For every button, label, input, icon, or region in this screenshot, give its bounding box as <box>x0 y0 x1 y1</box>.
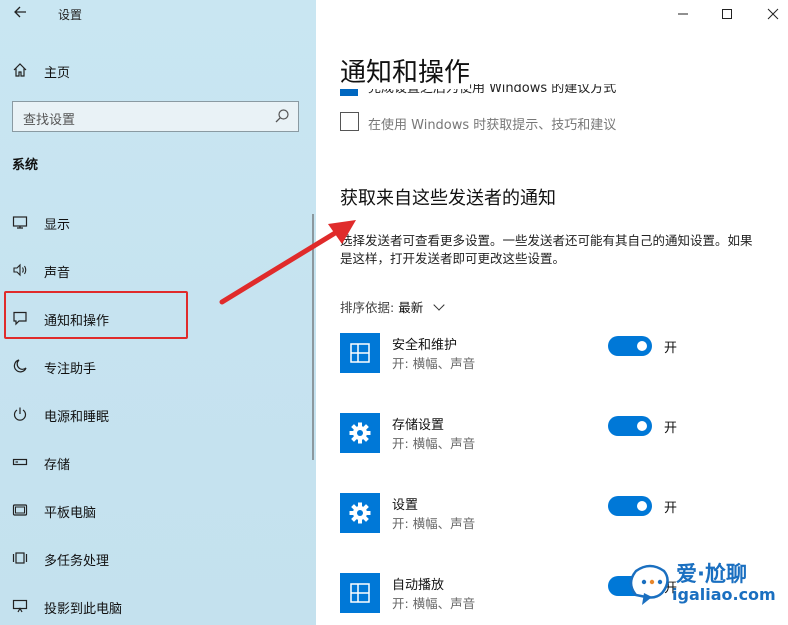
sidebar-item-tablet[interactable]: 平板电脑 <box>0 495 316 525</box>
sender-toggle[interactable] <box>608 496 652 516</box>
sort-dropdown[interactable]: 排序依据: 最新 <box>340 297 445 316</box>
sidebar-item-storage[interactable]: 存储 <box>0 447 316 477</box>
sidebar-item-label: 存储 <box>44 458 71 473</box>
toggle-knob <box>637 501 647 511</box>
sender-toggle[interactable] <box>608 416 652 436</box>
speaker-icon <box>12 262 28 278</box>
title-bar: 设置 <box>0 0 316 30</box>
minimize-icon <box>678 13 688 15</box>
grid-icon <box>340 333 380 373</box>
senders-description: 选择发送者可查看更多设置。一些发送者还可能有其自己的通知设置。如果是这样，打开发… <box>340 233 753 266</box>
toggle-knob <box>637 421 647 431</box>
tablet-icon <box>12 502 28 518</box>
sender-status: 开: 横幅、声音 <box>392 356 476 371</box>
sidebar-item-label: 显示 <box>44 218 71 233</box>
home-icon <box>12 62 28 78</box>
sidebar-item-label: 平板电脑 <box>44 506 97 521</box>
toggle-label: 开 <box>664 501 678 516</box>
sender-name: 自动播放 <box>392 578 445 593</box>
sidebar-item-power[interactable]: 电源和睡眠 <box>0 399 316 429</box>
sidebar: 设置 主页 查找设置 系统 显示 声音 通知和操作 专注助手 电源和睡眠 存储 … <box>0 0 316 625</box>
storage-icon <box>12 454 28 470</box>
tips-checkbox-label: 在使用 Windows 时获取提示、技巧和建议 <box>368 118 617 133</box>
multitask-icon <box>12 550 28 566</box>
display-icon <box>12 214 28 230</box>
sender-row-settings[interactable]: 设置 开: 横幅、声音 开 <box>340 493 760 535</box>
sender-row-storage-settings[interactable]: 存储设置 开: 横幅、声音 开 <box>340 413 760 455</box>
sort-value: 最新 <box>398 300 424 315</box>
sidebar-scrollbar[interactable] <box>312 214 314 460</box>
toggle-label: 开 <box>664 341 678 356</box>
sidebar-item-project[interactable]: 投影到此电脑 <box>0 591 316 621</box>
sidebar-item-sound[interactable]: 声音 <box>0 255 316 285</box>
sender-name: 设置 <box>392 498 419 513</box>
sidebar-item-label: 专注助手 <box>44 362 97 377</box>
watermark-logo: 爱·尬聊 igaliao.com <box>622 555 782 613</box>
sender-name: 安全和维护 <box>392 338 458 353</box>
watermark-title: 爱·尬聊 <box>676 562 747 586</box>
search-box[interactable]: 查找设置 <box>12 101 299 132</box>
sender-status: 开: 横幅、声音 <box>392 596 476 611</box>
senders-heading: 获取来自这些发送者的通知 <box>340 188 556 209</box>
chat-bubble-logo-icon <box>629 564 669 605</box>
toggle-label: 开 <box>664 421 678 436</box>
section-title-system: 系统 <box>12 158 39 173</box>
sidebar-item-display[interactable]: 显示 <box>0 207 316 237</box>
sender-status: 开: 横幅、声音 <box>392 436 476 451</box>
back-button[interactable] <box>10 5 30 25</box>
sender-name: 存储设置 <box>392 418 445 433</box>
nav-home[interactable]: 主页 <box>0 56 316 86</box>
grid-icon <box>340 573 380 613</box>
sidebar-item-focus-assist[interactable]: 专注助手 <box>0 351 316 381</box>
sender-row-security-maintenance[interactable]: 安全和维护 开: 横幅、声音 开 <box>340 333 760 375</box>
watermark-url: igaliao.com <box>672 585 776 604</box>
home-label: 主页 <box>44 66 71 81</box>
back-arrow-icon <box>14 6 26 18</box>
power-icon <box>12 406 28 422</box>
sidebar-item-label: 投影到此电脑 <box>44 602 123 617</box>
close-icon <box>767 8 779 20</box>
gear-icon <box>340 493 380 533</box>
gear-icon <box>340 413 380 453</box>
main-pane: 通知和操作 完成设置之后为使用 Windows 的建议方式 在使用 Window… <box>316 0 788 625</box>
moon-icon <box>12 358 28 374</box>
sender-status: 开: 横幅、声音 <box>392 516 476 531</box>
sort-label: 排序依据: <box>340 300 395 315</box>
search-icon[interactable] <box>274 108 290 124</box>
project-icon <box>12 598 28 614</box>
sidebar-item-label: 声音 <box>44 266 71 281</box>
page-title: 通知和操作 <box>340 52 471 89</box>
maximize-button[interactable] <box>712 4 742 24</box>
tips-checkbox[interactable] <box>340 112 359 131</box>
close-button[interactable] <box>758 4 788 24</box>
toggle-knob <box>637 341 647 351</box>
search-input[interactable]: 查找设置 <box>23 109 75 128</box>
maximize-icon <box>722 9 732 19</box>
app-title: 设置 <box>58 8 83 22</box>
chevron-down-icon <box>433 299 445 311</box>
sidebar-item-label: 电源和睡眠 <box>44 410 110 425</box>
sender-toggle[interactable] <box>608 336 652 356</box>
sidebar-item-multitasking[interactable]: 多任务处理 <box>0 543 316 573</box>
annotation-highlight-box <box>4 291 188 339</box>
sidebar-item-label: 多任务处理 <box>44 554 110 569</box>
minimize-button[interactable] <box>668 4 698 24</box>
